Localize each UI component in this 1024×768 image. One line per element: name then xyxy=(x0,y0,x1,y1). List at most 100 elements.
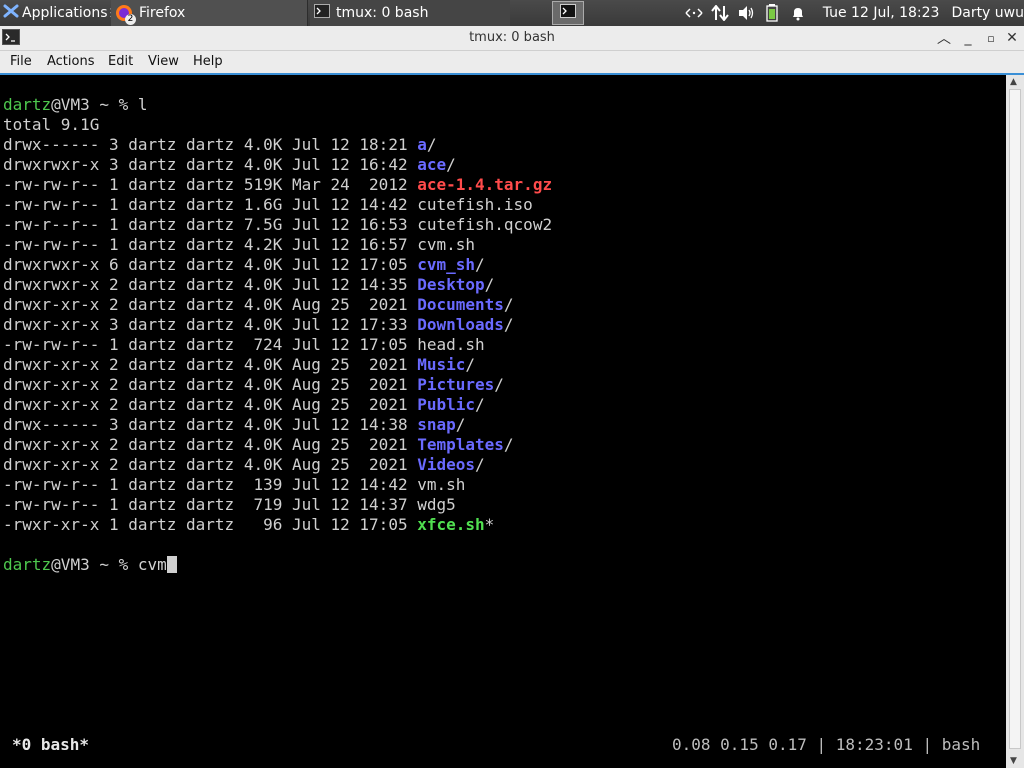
listing-row: -rwxr-xr-x 1 dartz dartz 96 Jul 12 17:05… xyxy=(3,515,494,535)
terminal-scrollbar[interactable]: ▲ ▼ xyxy=(1006,75,1024,768)
file-metadata: drwx------ 3 dartz dartz 4.0K Jul 12 18:… xyxy=(3,135,418,154)
command-input[interactable]: cvm xyxy=(138,555,167,574)
shade-button[interactable]: ︿ xyxy=(933,28,955,48)
file-type-suffix: / xyxy=(465,355,476,374)
close-icon: ✕ xyxy=(1006,30,1018,46)
file-type-suffix: / xyxy=(484,275,495,294)
maximize-button[interactable]: ▫ xyxy=(980,28,1002,48)
taskbar-item-tmux[interactable]: tmux: 0 bash xyxy=(310,0,510,26)
battery-icon[interactable] xyxy=(761,4,783,22)
prompt-host: @VM3 ~ % xyxy=(51,555,138,574)
listing-row: drwxr-xr-x 2 dartz dartz 4.0K Aug 25 202… xyxy=(3,355,475,375)
listing-row: drwx------ 3 dartz dartz 4.0K Jul 12 14:… xyxy=(3,415,465,435)
up-down-arrows-icon[interactable] xyxy=(709,4,731,22)
file-name: head.sh xyxy=(417,335,485,354)
network-arrows-icon[interactable] xyxy=(683,4,705,22)
window-title: tmux: 0 bash xyxy=(469,30,555,45)
file-name: Music xyxy=(417,355,466,374)
file-name: cvm_sh xyxy=(417,255,476,274)
top-panel: Applications ☰ 2 Firefox tmux: 0 bash xyxy=(0,0,1024,26)
tmux-window-list[interactable]: *0 bash* xyxy=(12,735,89,754)
menu-help[interactable]: Help xyxy=(193,54,223,69)
menu-file[interactable]: File xyxy=(10,54,32,69)
file-metadata: drwxr-xr-x 2 dartz dartz 4.0K Aug 25 202… xyxy=(3,395,418,414)
file-name: Templates xyxy=(417,435,504,454)
file-name: snap xyxy=(417,415,456,434)
listing-row: -rw-r--r-- 1 dartz dartz 7.5G Jul 12 16:… xyxy=(3,215,552,235)
close-button[interactable]: ✕ xyxy=(1001,28,1023,48)
file-type-suffix: / xyxy=(475,255,485,274)
file-metadata: -rw-rw-r-- 1 dartz dartz 724 Jul 12 17:0… xyxy=(3,335,418,354)
speaker-icon[interactable] xyxy=(735,4,757,22)
listing-row: -rw-rw-r-- 1 dartz dartz 1.6G Jul 12 14:… xyxy=(3,195,533,215)
applications-menu-button[interactable]: Applications ☰ xyxy=(0,0,120,26)
file-metadata: drwx------ 3 dartz dartz 4.0K Jul 12 14:… xyxy=(3,415,418,434)
file-metadata: -rw-rw-r-- 1 dartz dartz 719 Jul 12 14:3… xyxy=(3,495,418,514)
menu-bar: File Actions Edit View Help xyxy=(0,51,1024,75)
file-metadata: drwxr-xr-x 3 dartz dartz 4.0K Jul 12 17:… xyxy=(3,315,418,334)
maximize-icon: ▫ xyxy=(987,31,995,45)
menu-edit[interactable]: Edit xyxy=(108,54,133,69)
file-metadata: drwxrwxr-x 6 dartz dartz 4.0K Jul 12 17:… xyxy=(3,255,418,274)
file-name: cutefish.qcow2 xyxy=(417,215,553,234)
file-name: ace xyxy=(417,155,447,174)
file-name: wdg5 xyxy=(417,495,456,514)
minimize-button[interactable]: _ xyxy=(957,28,979,48)
bell-icon[interactable] xyxy=(787,4,809,22)
file-type-suffix: / xyxy=(503,295,514,314)
file-name: cutefish.iso xyxy=(417,195,533,214)
tmux-status-right: 0.08 0.15 0.17 | 18:23:01 | bash xyxy=(672,735,981,754)
terminal-launcher-icon xyxy=(560,4,576,22)
firefox-window-count-badge: 2 xyxy=(125,14,136,25)
clock[interactable]: Tue 12 Jul, 18:23 xyxy=(823,5,940,21)
user-menu[interactable]: Darty uwu xyxy=(951,5,1024,21)
listing-row: drwxrwxr-x 3 dartz dartz 4.0K Jul 12 16:… xyxy=(3,155,456,175)
file-metadata: -rw-rw-r-- 1 dartz dartz 4.2K Jul 12 16:… xyxy=(3,235,418,254)
file-metadata: -rw-rw-r-- 1 dartz dartz 139 Jul 12 14:4… xyxy=(3,475,418,494)
applications-label: Applications xyxy=(22,5,108,21)
file-metadata: -rw-rw-r-- 1 dartz dartz 519K Mar 24 201… xyxy=(3,175,418,194)
file-name: ace-1.4.tar.gz xyxy=(417,175,553,194)
prompt-user: dartz xyxy=(3,95,52,114)
terminal-launcher-button[interactable] xyxy=(552,1,584,25)
scroll-up-arrow-icon[interactable]: ▲ xyxy=(1010,77,1017,87)
file-name: Downloads xyxy=(417,315,504,334)
listing-row: drwxr-xr-x 2 dartz dartz 4.0K Aug 25 202… xyxy=(3,375,504,395)
file-metadata: drwxrwxr-x 3 dartz dartz 4.0K Jul 12 16:… xyxy=(3,155,418,174)
listing-row: drwxrwxr-x 6 dartz dartz 4.0K Jul 12 17:… xyxy=(3,255,485,275)
listing-row: -rw-rw-r-- 1 dartz dartz 519K Mar 24 201… xyxy=(3,175,552,195)
listing-row: -rw-rw-r-- 1 dartz dartz 4.2K Jul 12 16:… xyxy=(3,235,475,255)
file-metadata: drwxr-xr-x 2 dartz dartz 4.0K Aug 25 202… xyxy=(3,375,418,394)
file-type-suffix: / xyxy=(503,315,514,334)
listing-row: drwxrwxr-x 2 dartz dartz 4.0K Jul 12 14:… xyxy=(3,275,494,295)
prompt-user: dartz xyxy=(3,555,52,574)
file-name: Documents xyxy=(417,295,504,314)
file-name: xfce.sh xyxy=(417,515,485,534)
window-titlebar[interactable]: tmux: 0 bash ︿ _ ▫ ✕ xyxy=(0,26,1024,51)
xfce-mouse-icon xyxy=(3,3,19,23)
file-metadata: drwxrwxr-x 2 dartz dartz 4.0K Jul 12 14:… xyxy=(3,275,418,294)
menu-actions[interactable]: Actions xyxy=(47,54,95,69)
text-cursor xyxy=(166,556,177,573)
file-metadata: drwxr-xr-x 2 dartz dartz 4.0K Aug 25 202… xyxy=(3,355,418,374)
terminal-area[interactable]: dartz@VM3 ~ % l total 9.1G drwx------ 3 … xyxy=(0,75,1006,768)
file-metadata: drwxr-xr-x 2 dartz dartz 4.0K Aug 25 202… xyxy=(3,295,418,314)
listing-row: drwxr-xr-x 2 dartz dartz 4.0K Aug 25 202… xyxy=(3,455,485,475)
scroll-down-arrow-icon[interactable]: ▼ xyxy=(1010,756,1017,766)
file-type-suffix: / xyxy=(475,455,485,474)
file-type-suffix: / xyxy=(494,375,504,394)
firefox-task-label: Firefox xyxy=(139,5,186,21)
file-name: Pictures xyxy=(417,375,495,394)
file-type-suffix: / xyxy=(455,415,466,434)
listing-row: -rw-rw-r-- 1 dartz dartz 139 Jul 12 14:4… xyxy=(3,475,465,495)
listing-row: -rw-rw-r-- 1 dartz dartz 719 Jul 12 14:3… xyxy=(3,495,456,515)
listing-row: drwx------ 3 dartz dartz 4.0K Jul 12 18:… xyxy=(3,135,437,155)
listing-row: -rw-rw-r-- 1 dartz dartz 724 Jul 12 17:0… xyxy=(3,335,485,355)
system-tray: Tue 12 Jul, 18:23 Darty uwu xyxy=(679,0,1024,26)
file-type-suffix: / xyxy=(475,395,485,414)
scrollbar-thumb[interactable] xyxy=(1009,89,1021,749)
menu-view[interactable]: View xyxy=(148,54,179,69)
file-metadata: -rw-rw-r-- 1 dartz dartz 1.6G Jul 12 14:… xyxy=(3,195,418,214)
terminal-icon xyxy=(314,4,330,22)
taskbar-item-firefox[interactable]: 2 Firefox xyxy=(111,0,308,26)
